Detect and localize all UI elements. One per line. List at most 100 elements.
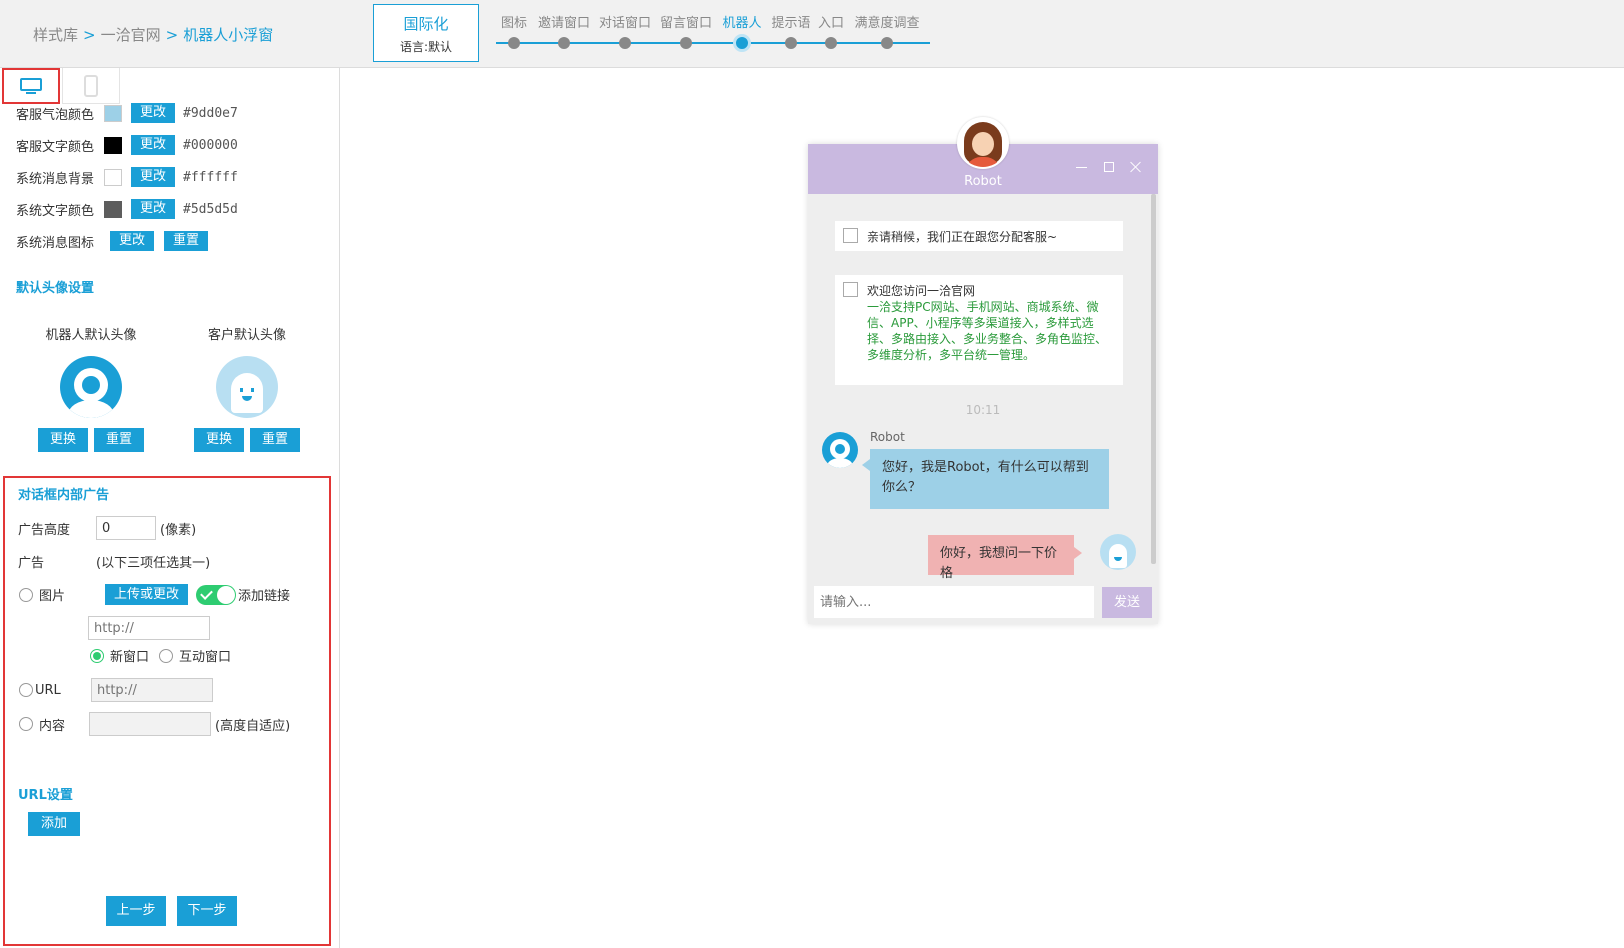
settings-panel: 客服气泡颜色 更改 #9dd0e7 客服文字颜色 更改 #000000 系统消息… <box>0 68 340 948</box>
top-header: 样式库 > 一洽官网 > 机器人小浮窗 国际化 语言:默认 图标 邀请窗口 对话窗口 留… <box>0 0 1624 68</box>
sys-icon-label: 系统消息图标 <box>16 235 95 251</box>
change-color-button[interactable]: 更改 <box>131 135 176 155</box>
chat-preview-window: Robot 亲请稍候，我们正在跟您分配客服~ 欢迎您访问一洽官网 一洽支持PC网… <box>808 117 1158 624</box>
send-button[interactable]: 发送 <box>1102 587 1152 618</box>
tab-mobile[interactable] <box>62 68 120 104</box>
color-label: 系统消息背景 <box>16 171 95 187</box>
customer-avatar-change-button[interactable]: 更换 <box>193 428 244 452</box>
prev-step-button[interactable]: 上一步 <box>106 896 166 926</box>
color-label: 系统文字颜色 <box>16 203 95 219</box>
customer-avatar-setting: 客户默认头像 更换 重置 <box>187 324 307 452</box>
ad-settings-box: 对话框内部广告 广告高度 (像素) 广告 (以下三项任选其一) 图片 上传或更改… <box>3 476 331 946</box>
agent-text-color-row: 客服文字颜色 更改 #000000 <box>16 134 238 156</box>
chat-message-input[interactable] <box>814 586 1094 618</box>
step-progress: 图标 邀请窗口 对话窗口 留言窗口 机器人 提示语 入口 满意度调查 <box>496 10 930 56</box>
check-icon <box>200 586 213 600</box>
ad-height-unit: (像素) <box>160 522 197 538</box>
breadcrumb-item-style-library[interactable]: 样式库 <box>33 26 78 44</box>
step-label: 图标 <box>500 16 528 31</box>
ad-height-row: 广告高度 (像素) <box>18 516 196 540</box>
ad-content-radio[interactable] <box>19 717 33 731</box>
sys-bg-color-row: 系统消息背景 更改 #ffffff <box>16 166 238 188</box>
customer-avatar-icon <box>216 356 278 418</box>
close-icon[interactable] <box>1130 161 1142 173</box>
color-swatch <box>104 168 122 186</box>
system-message-icon <box>843 282 858 297</box>
agent-message-bubble: 您好，我是Robot，有什么可以帮到你么？ <box>862 449 1109 509</box>
step-dot <box>619 37 631 49</box>
change-color-button[interactable]: 更改 <box>131 199 176 219</box>
color-hex: #5d5d5d <box>183 201 238 217</box>
message-timestamp: 10:11 <box>965 403 1001 417</box>
ad-url-input[interactable] <box>91 678 213 702</box>
color-hex: #000000 <box>183 137 238 153</box>
sys-icon-change-button[interactable]: 更改 <box>110 231 155 251</box>
ad-content-input[interactable] <box>89 712 211 736</box>
ad-content-label: 内容 <box>39 718 66 734</box>
color-hex: #9dd0e7 <box>183 105 238 121</box>
customer-avatar-caption: 客户默认头像 <box>207 328 286 343</box>
welcome-body: 一洽支持PC网站、手机网站、商城系统、微信、APP、小程序等多渠道接入，多样式选… <box>867 300 1108 362</box>
robot-avatar-reset-button[interactable]: 重置 <box>94 428 145 452</box>
url-settings-title: URL设置 <box>18 788 73 803</box>
ad-hint: (以下三项任选其一) <box>96 556 211 571</box>
customer-avatar-reset-button[interactable]: 重置 <box>250 428 301 452</box>
link-target-row: 新窗口 互动窗口 <box>90 646 231 665</box>
system-message: 亲请稍候，我们正在跟您分配客服~ <box>835 221 1123 251</box>
step-dot <box>508 37 520 49</box>
i18n-button[interactable]: 国际化 语言:默认 <box>373 4 479 62</box>
breadcrumb-item-current: 机器人小浮窗 <box>183 26 274 44</box>
ad-url-row: URL <box>19 678 213 702</box>
ad-image-label: 图片 <box>39 589 66 604</box>
step-dot <box>558 37 570 49</box>
breadcrumb-separator: > <box>165 26 179 44</box>
color-swatch <box>104 136 122 154</box>
color-label: 客服文字颜色 <box>16 139 95 155</box>
chat-scrollbar[interactable] <box>1151 194 1156 564</box>
interactive-window-radio[interactable] <box>159 648 174 663</box>
robot-avatar-change-button[interactable]: 更换 <box>37 428 88 452</box>
change-color-button[interactable]: 更改 <box>131 167 176 187</box>
color-hex: #ffffff <box>183 169 238 185</box>
step-label: 提示语 <box>771 16 811 31</box>
mobile-phone-icon <box>84 74 98 97</box>
ad-height-label: 广告高度 <box>18 522 71 538</box>
ad-url-label: URL <box>35 682 61 698</box>
robot-avatar-icon <box>60 356 122 418</box>
breadcrumb-separator: > <box>83 26 96 44</box>
ad-label: 广告 <box>18 556 45 571</box>
new-window-radio[interactable] <box>90 648 104 663</box>
url-add-button[interactable]: 添加 <box>28 812 81 836</box>
step-label: 入口 <box>817 16 845 31</box>
add-link-label: 添加链接 <box>238 589 291 604</box>
sys-icon-reset-button[interactable]: 重置 <box>164 231 209 251</box>
ad-image-radio[interactable] <box>19 587 33 602</box>
change-color-button[interactable]: 更改 <box>131 103 176 123</box>
agent-avatar <box>957 117 1009 169</box>
step-label: 对话窗口 <box>598 16 652 31</box>
upload-image-button[interactable]: 上传或更改 <box>105 584 189 605</box>
ad-image-row: 图片 上传或更改 添加链接 <box>19 584 290 605</box>
customer-chat-avatar <box>1100 534 1136 570</box>
step-dot <box>825 37 837 49</box>
robot-chat-avatar <box>822 432 858 468</box>
breadcrumb-item-site[interactable]: 一洽官网 <box>101 26 161 44</box>
i18n-language: 语言:默认 <box>399 40 453 54</box>
i18n-title: 国际化 <box>403 15 449 33</box>
step-dot <box>881 37 893 49</box>
add-link-toggle[interactable] <box>196 584 237 605</box>
system-message-text: 亲请稍候，我们正在跟您分配客服~ <box>867 230 1058 244</box>
customer-message-bubble: 你好，我想问一下价格 <box>928 535 1082 581</box>
agent-bubble-color-row: 客服气泡颜色 更改 #9dd0e7 <box>16 102 238 124</box>
step-dot <box>680 37 692 49</box>
tab-pc[interactable] <box>2 68 60 104</box>
ad-link-row <box>88 616 210 640</box>
ad-link-input[interactable] <box>88 616 210 640</box>
next-step-button[interactable]: 下一步 <box>177 896 237 926</box>
ad-height-input[interactable] <box>96 516 156 540</box>
sys-text-color-row: 系统文字颜色 更改 #5d5d5d <box>16 198 238 220</box>
minimize-icon[interactable] <box>1076 161 1088 173</box>
sys-icon-row: 系统消息图标 更改 重置 <box>16 230 209 252</box>
maximize-icon[interactable] <box>1104 162 1114 172</box>
ad-url-radio[interactable] <box>19 683 33 697</box>
